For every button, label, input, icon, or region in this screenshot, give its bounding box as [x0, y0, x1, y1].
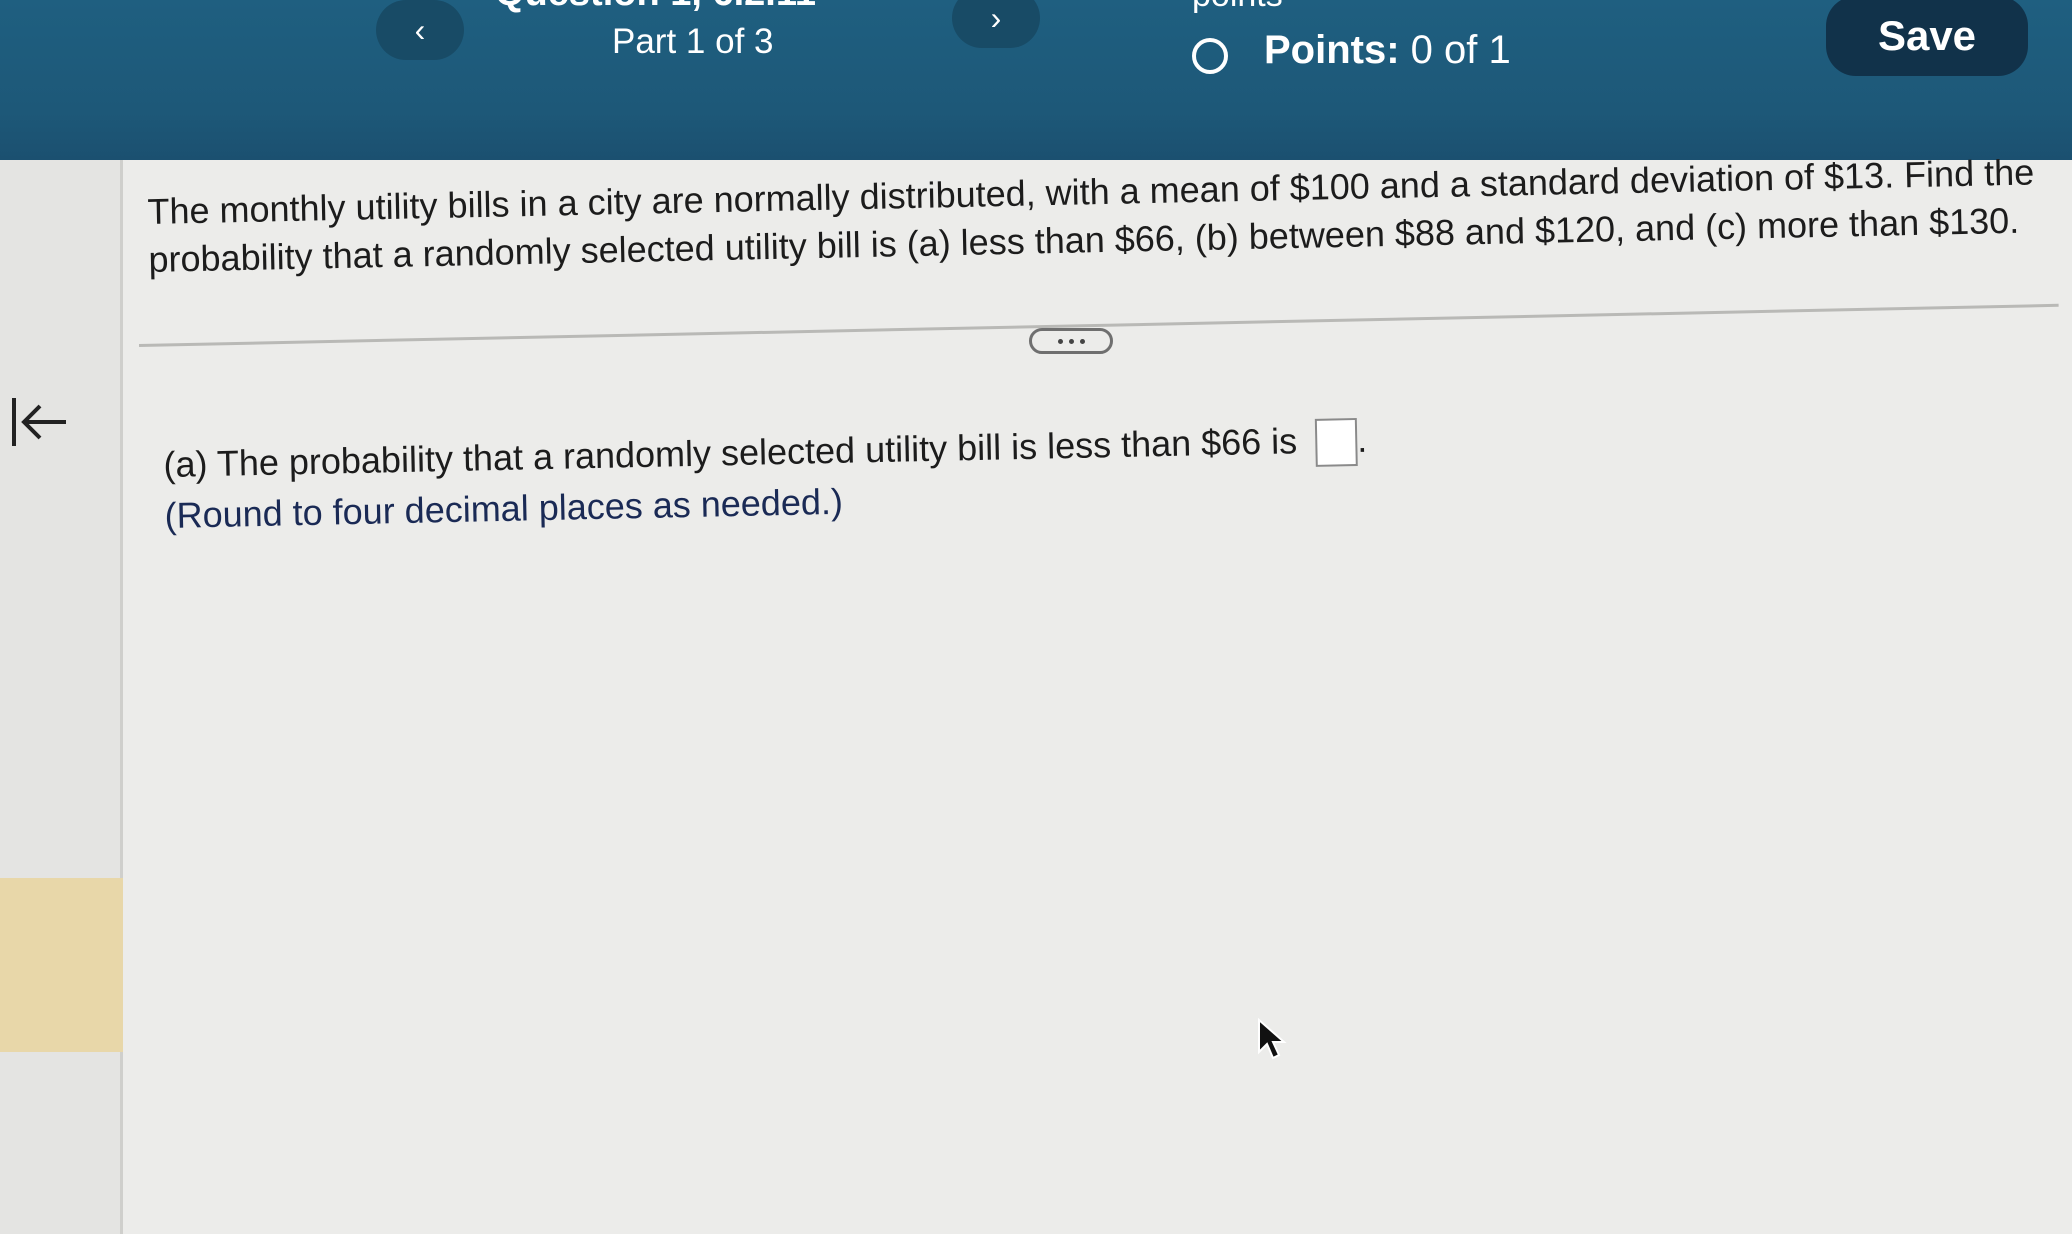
part-a-suffix: .: [1356, 418, 1368, 460]
left-sidebar: [0, 160, 123, 1234]
save-button[interactable]: Save: [1826, 0, 2028, 76]
ellipsis-icon: [1057, 338, 1063, 344]
points-status-icon: [1192, 38, 1228, 74]
points-caption: points: [1192, 0, 1283, 15]
chevron-right-icon: ›: [990, 0, 1002, 36]
points-label-strong: Points:: [1264, 28, 1400, 72]
points-value: 0 of 1: [1410, 28, 1511, 72]
mouse-pointer-icon: [1258, 1018, 1287, 1060]
answer-input[interactable]: [1314, 418, 1358, 468]
points-label: Points: 0 of 1: [1264, 28, 1511, 73]
question-panel: The monthly utility bills in a city are …: [123, 151, 2072, 1234]
top-header: ‹ Question 1, 6.2.11 Part 1 of 3 › point…: [0, 0, 2072, 160]
part-a: (a) The probability that a randomly sele…: [163, 411, 1565, 542]
ellipsis-icon: [1068, 338, 1074, 344]
collapse-left-icon[interactable]: [4, 388, 72, 456]
ellipsis-icon: [1079, 338, 1085, 344]
previous-question-button[interactable]: ‹: [376, 0, 464, 60]
part-label: Part 1 of 3: [612, 22, 774, 61]
chevron-left-icon: ‹: [414, 11, 426, 48]
question-text: The monthly utility bills in a city are …: [147, 151, 2035, 280]
question-title: Question 1, 6.2.11: [495, 0, 816, 15]
expand-more-button[interactable]: [1029, 328, 1113, 354]
next-question-button[interactable]: ›: [952, 0, 1040, 48]
